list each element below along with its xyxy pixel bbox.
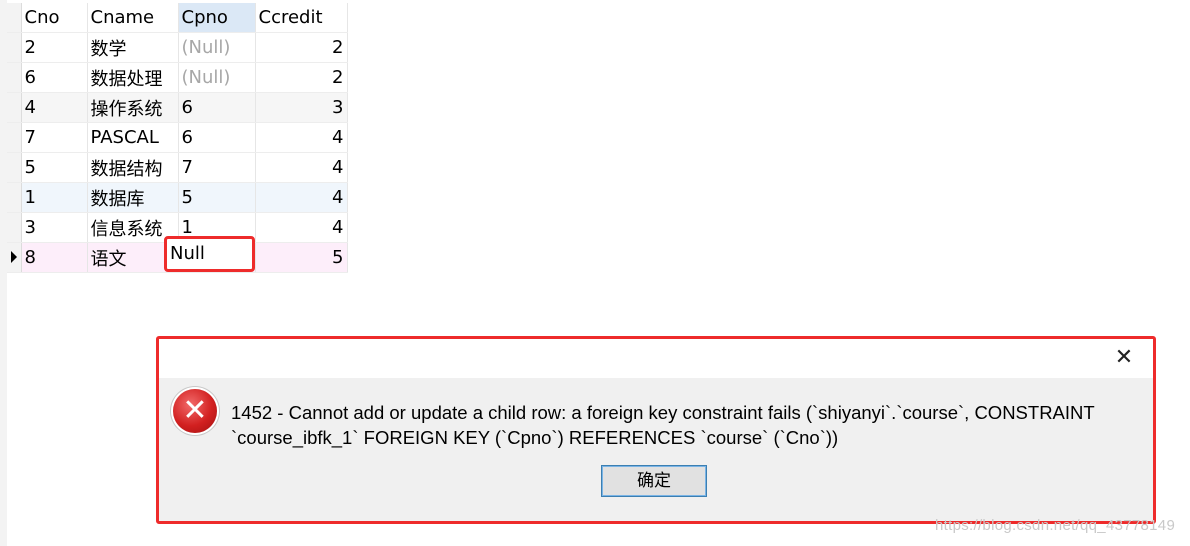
cell-cname[interactable]: PASCAL xyxy=(87,122,179,153)
cell-ccredit[interactable]: 4 xyxy=(255,122,348,153)
table-row[interactable]: 5 数据结构 7 4 xyxy=(7,152,348,183)
header-row: Cno Cname Cpno Ccredit xyxy=(7,3,348,33)
cell-ccredit[interactable]: 5 xyxy=(255,242,348,273)
data-grid: Cno Cname Cpno Ccredit 2 数学 (Null) 2 6 数… xyxy=(7,3,348,273)
current-row-arrow-icon xyxy=(11,251,17,263)
cell-cno[interactable]: 4 xyxy=(21,92,88,123)
watermark: https://blog.csdn.net/qq_43778149 xyxy=(935,517,1176,534)
cell-cno[interactable]: 6 xyxy=(21,62,88,93)
cell-ccredit[interactable]: 2 xyxy=(255,32,348,63)
column-header-cno[interactable]: Cno xyxy=(21,3,88,33)
cell-cname[interactable]: 数据结构 xyxy=(87,152,179,183)
cell-cpno[interactable]: 6 xyxy=(178,122,256,153)
row-indicator[interactable] xyxy=(7,212,22,243)
header-indicator xyxy=(7,3,22,33)
cell-ccredit[interactable]: 4 xyxy=(255,152,348,183)
cell-cno[interactable]: 3 xyxy=(21,212,88,243)
ok-button[interactable]: 确定 xyxy=(601,465,707,497)
cell-cno[interactable]: 2 xyxy=(21,32,88,63)
table-row[interactable]: 1 数据库 5 4 xyxy=(7,182,348,213)
cpno-cell-editor[interactable]: Null xyxy=(164,236,255,272)
course-table: Cno Cname Cpno Ccredit 2 数学 (Null) 2 6 数… xyxy=(7,3,348,273)
error-message: 1452 - Cannot add or update a child row:… xyxy=(231,402,1095,448)
error-dialog: ✕ ✕ 1452 - Cannot add or update a child … xyxy=(156,336,1156,524)
table-row[interactable]: 2 数学 (Null) 2 xyxy=(7,32,348,63)
grid-left-gutter xyxy=(0,0,7,546)
row-indicator[interactable] xyxy=(7,152,22,183)
table-row[interactable]: 7 PASCAL 6 4 xyxy=(7,122,348,153)
cell-cno[interactable]: 7 xyxy=(21,122,88,153)
close-icon[interactable]: ✕ xyxy=(1113,347,1135,369)
cell-cno[interactable]: 8 xyxy=(21,242,88,273)
cell-cname[interactable]: 数学 xyxy=(87,32,179,63)
cell-ccredit[interactable]: 3 xyxy=(255,92,348,123)
cell-cpno[interactable]: 7 xyxy=(178,152,256,183)
row-indicator[interactable] xyxy=(7,122,22,153)
cell-ccredit[interactable]: 2 xyxy=(255,62,348,93)
row-indicator-current[interactable] xyxy=(7,242,22,273)
row-indicator[interactable] xyxy=(7,32,22,63)
cell-cpno[interactable]: (Null) xyxy=(178,32,256,63)
error-icon: ✕ xyxy=(173,389,217,433)
cell-cpno[interactable]: 5 xyxy=(178,182,256,213)
table-row[interactable]: 4 操作系统 6 3 xyxy=(7,92,348,123)
column-header-ccredit[interactable]: Ccredit xyxy=(255,3,348,33)
row-indicator[interactable] xyxy=(7,92,22,123)
cell-ccredit[interactable]: 4 xyxy=(255,212,348,243)
cpno-editor-value: Null xyxy=(170,243,205,264)
column-header-cpno[interactable]: Cpno xyxy=(178,3,256,33)
row-indicator[interactable] xyxy=(7,62,22,93)
row-indicator[interactable] xyxy=(7,182,22,213)
table-row[interactable]: 6 数据处理 (Null) 2 xyxy=(7,62,348,93)
cell-cno[interactable]: 5 xyxy=(21,152,88,183)
column-header-cname[interactable]: Cname xyxy=(87,3,179,33)
cell-cno[interactable]: 1 xyxy=(21,182,88,213)
cell-ccredit[interactable]: 4 xyxy=(255,182,348,213)
cell-cpno[interactable]: (Null) xyxy=(178,62,256,93)
dialog-titlebar: ✕ xyxy=(159,339,1153,378)
cell-cname[interactable]: 数据处理 xyxy=(87,62,179,93)
cell-cname[interactable]: 操作系统 xyxy=(87,92,179,123)
cell-cname[interactable]: 数据库 xyxy=(87,182,179,213)
cell-cpno[interactable]: 6 xyxy=(178,92,256,123)
